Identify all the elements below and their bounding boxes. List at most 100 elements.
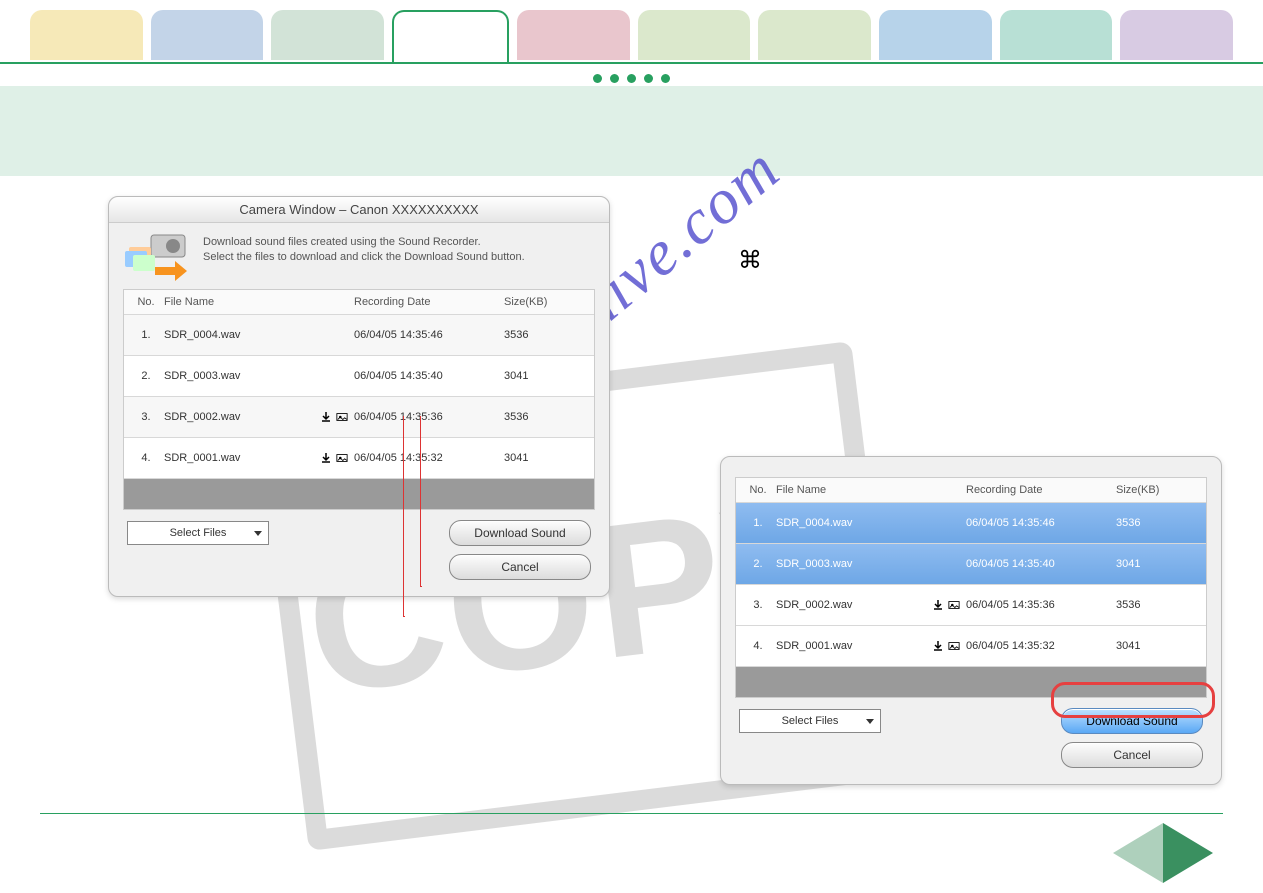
cell-filename: SDR_0001.wav bbox=[164, 452, 314, 464]
cell-filename: SDR_0004.wav bbox=[776, 517, 926, 529]
camera-window-dialog-right: No. File Name Recording Date Size(KB) 1.… bbox=[720, 456, 1222, 785]
select-files-label: Select Files bbox=[782, 715, 839, 727]
cell-size: 3536 bbox=[504, 329, 564, 341]
col-date: Recording Date bbox=[354, 296, 504, 308]
command-key-icon: ⌘ bbox=[738, 246, 762, 275]
col-no: No. bbox=[740, 484, 776, 496]
select-files-dropdown[interactable]: Select Files bbox=[127, 521, 269, 545]
header-banner bbox=[0, 86, 1263, 176]
card-icon bbox=[948, 599, 960, 611]
table-row[interactable]: 3.SDR_0002.wav 06/04/05 14:35:363536 bbox=[736, 585, 1206, 626]
col-size: Size(KB) bbox=[1116, 484, 1176, 496]
file-table-right: No. File Name Recording Date Size(KB) 1.… bbox=[735, 477, 1207, 698]
col-filename: File Name bbox=[776, 484, 926, 496]
cell-no: 3. bbox=[740, 599, 776, 611]
table-row[interactable]: 4.SDR_0001.wav 06/04/05 14:35:323041 bbox=[736, 626, 1206, 667]
tab-5[interactable] bbox=[638, 10, 751, 60]
callout-line bbox=[403, 416, 405, 617]
prev-page-arrow-icon[interactable] bbox=[1113, 823, 1163, 883]
tab-0[interactable] bbox=[30, 10, 143, 60]
cell-date: 06/04/05 14:35:32 bbox=[966, 640, 1116, 652]
col-no: No. bbox=[128, 296, 164, 308]
cell-size: 3041 bbox=[1116, 558, 1176, 570]
cell-date: 06/04/05 14:35:32 bbox=[354, 452, 504, 464]
table-row[interactable]: 2.SDR_0003.wav06/04/05 14:35:403041 bbox=[124, 356, 594, 397]
cell-size: 3536 bbox=[1116, 599, 1176, 611]
col-date: Recording Date bbox=[966, 484, 1116, 496]
cancel-button[interactable]: Cancel bbox=[1061, 742, 1203, 768]
downloaded-icon bbox=[932, 599, 944, 611]
table-row-empty bbox=[124, 479, 594, 509]
downloaded-icon bbox=[320, 411, 332, 423]
intro-line-1: Download sound files created using the S… bbox=[203, 235, 525, 250]
cell-no: 4. bbox=[740, 640, 776, 652]
card-icon bbox=[948, 640, 960, 652]
cell-filename: SDR_0002.wav bbox=[164, 411, 314, 423]
callout-line bbox=[420, 416, 422, 587]
cell-no: 1. bbox=[128, 329, 164, 341]
table-row[interactable]: 1.SDR_0004.wav 06/04/05 14:35:463536 bbox=[124, 315, 594, 356]
table-row[interactable]: 2.SDR_0003.wav 06/04/05 14:35:403041 bbox=[736, 544, 1206, 585]
tab-3[interactable] bbox=[392, 10, 509, 62]
tab-2[interactable] bbox=[271, 10, 384, 60]
cell-date: 06/04/05 14:35:46 bbox=[966, 517, 1116, 529]
cell-date: 06/04/05 14:35:46 bbox=[354, 329, 504, 341]
download-sound-button[interactable]: Download Sound bbox=[449, 520, 591, 546]
tab-9[interactable] bbox=[1120, 10, 1233, 60]
cell-no: 2. bbox=[128, 370, 164, 382]
page-footer bbox=[0, 813, 1263, 893]
cell-no: 2. bbox=[740, 558, 776, 570]
card-icon bbox=[336, 452, 348, 464]
cell-size: 3041 bbox=[1116, 640, 1176, 652]
downloaded-icon bbox=[932, 640, 944, 652]
next-page-arrow-icon[interactable] bbox=[1163, 823, 1213, 883]
table-header: No. File Name Recording Date Size(KB) bbox=[124, 290, 594, 315]
card-icon bbox=[336, 411, 348, 423]
download-sound-label: Download Sound bbox=[474, 526, 565, 540]
cell-date: 06/04/05 14:35:36 bbox=[354, 411, 504, 423]
tab-8[interactable] bbox=[1000, 10, 1113, 60]
tab-divider bbox=[0, 62, 1263, 64]
camera-window-dialog: Camera Window – Canon XXXXXXXXXX Downloa… bbox=[108, 196, 610, 597]
cell-no: 1. bbox=[740, 517, 776, 529]
intro-line-2: Select the files to download and click t… bbox=[203, 250, 525, 265]
page-content: COPY manualshive.com ⌘ Camera Window – C… bbox=[0, 176, 1263, 196]
tab-1[interactable] bbox=[151, 10, 264, 60]
cell-size: 3041 bbox=[504, 452, 564, 464]
table-row-empty bbox=[736, 667, 1206, 697]
active-tab-dots bbox=[0, 72, 1263, 86]
cell-date: 06/04/05 14:35:36 bbox=[966, 599, 1116, 611]
cell-filename: SDR_0003.wav bbox=[776, 558, 926, 570]
cell-filename: SDR_0004.wav bbox=[164, 329, 314, 341]
table-row[interactable]: 1.SDR_0004.wav 06/04/05 14:35:463536 bbox=[736, 503, 1206, 544]
download-sound-button[interactable]: Download Sound bbox=[1061, 708, 1203, 734]
select-files-dropdown[interactable]: Select Files bbox=[739, 709, 881, 733]
cell-no: 4. bbox=[128, 452, 164, 464]
dialog-intro: Download sound files created using the S… bbox=[123, 233, 595, 281]
cancel-button[interactable]: Cancel bbox=[449, 554, 591, 580]
cell-date: 06/04/05 14:35:40 bbox=[966, 558, 1116, 570]
cell-filename: SDR_0002.wav bbox=[776, 599, 926, 611]
file-table-left: No. File Name Recording Date Size(KB) 1.… bbox=[123, 289, 595, 510]
col-filename: File Name bbox=[164, 296, 314, 308]
cancel-label: Cancel bbox=[1113, 748, 1150, 762]
cell-filename: SDR_0001.wav bbox=[776, 640, 926, 652]
cell-size: 3536 bbox=[504, 411, 564, 423]
table-header: No. File Name Recording Date Size(KB) bbox=[736, 478, 1206, 503]
tab-4[interactable] bbox=[517, 10, 630, 60]
cell-size: 3536 bbox=[1116, 517, 1176, 529]
tab-6[interactable] bbox=[758, 10, 871, 60]
cell-size: 3041 bbox=[504, 370, 564, 382]
select-files-label: Select Files bbox=[170, 527, 227, 539]
downloaded-icon bbox=[320, 452, 332, 464]
cell-filename: SDR_0003.wav bbox=[164, 370, 314, 382]
dialog-title: Camera Window – Canon XXXXXXXXXX bbox=[109, 197, 609, 223]
download-sound-label: Download Sound bbox=[1086, 714, 1177, 728]
tab-7[interactable] bbox=[879, 10, 992, 60]
cancel-label: Cancel bbox=[501, 560, 538, 574]
table-row[interactable]: 3.SDR_0002.wav 06/04/05 14:35:363536 bbox=[124, 397, 594, 438]
table-row[interactable]: 4.SDR_0001.wav 06/04/05 14:35:323041 bbox=[124, 438, 594, 479]
tab-strip bbox=[0, 0, 1263, 62]
camera-transfer-icon bbox=[123, 233, 193, 281]
cell-no: 3. bbox=[128, 411, 164, 423]
